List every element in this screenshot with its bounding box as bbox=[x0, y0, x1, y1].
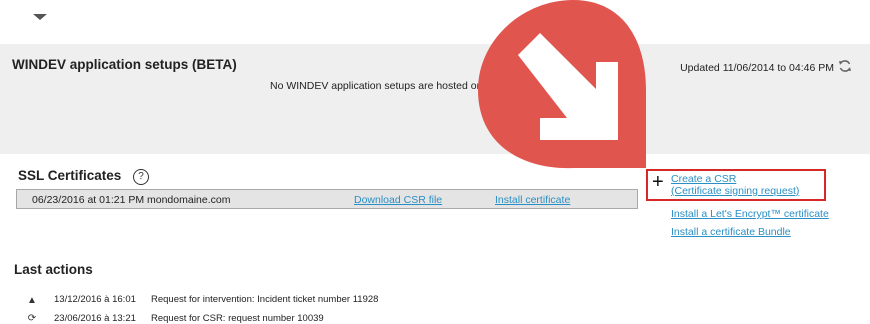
install-bundle-link[interactable]: Install a certificate Bundle bbox=[671, 226, 791, 238]
install-lets-encrypt-link[interactable]: Install a Let's Encrypt™ certificate bbox=[671, 208, 829, 220]
warning-icon: ▲ bbox=[27, 295, 37, 306]
create-csr-link-subtitle[interactable]: (Certificate signing request) bbox=[671, 185, 799, 197]
create-csr-link[interactable]: Create a CSR bbox=[671, 173, 736, 185]
help-icon[interactable]: ? bbox=[133, 169, 149, 185]
refresh-icon[interactable] bbox=[838, 59, 852, 73]
arrow-callout-icon bbox=[478, 0, 646, 169]
last-actions-title: Last actions bbox=[14, 262, 93, 277]
sync-icon: ⟳ bbox=[27, 313, 37, 324]
windev-setups-title: WINDEV application setups (BETA) bbox=[12, 57, 237, 72]
plus-icon[interactable]: + bbox=[652, 172, 664, 192]
action-text: Request for intervention: Incident ticke… bbox=[151, 294, 379, 305]
certificate-date-domain: 06/23/2016 at 01:21 PM mondomaine.com bbox=[32, 194, 231, 206]
ssl-certificates-title: SSL Certificates bbox=[18, 168, 122, 183]
install-certificate-link[interactable]: Install certificate bbox=[495, 194, 570, 206]
action-text: Request for CSR: request number 10039 bbox=[151, 313, 324, 324]
windev-empty-message: No WINDEV application setups are hosted … bbox=[270, 80, 483, 92]
updated-timestamp: Updated 11/06/2014 to 04:46 PM bbox=[680, 62, 834, 74]
action-date: 13/12/2016 à 16:01 bbox=[54, 294, 136, 305]
download-csr-link[interactable]: Download CSR file bbox=[354, 194, 442, 206]
action-date: 23/06/2016 à 13:21 bbox=[54, 313, 136, 324]
collapse-caret-icon[interactable] bbox=[33, 14, 47, 20]
